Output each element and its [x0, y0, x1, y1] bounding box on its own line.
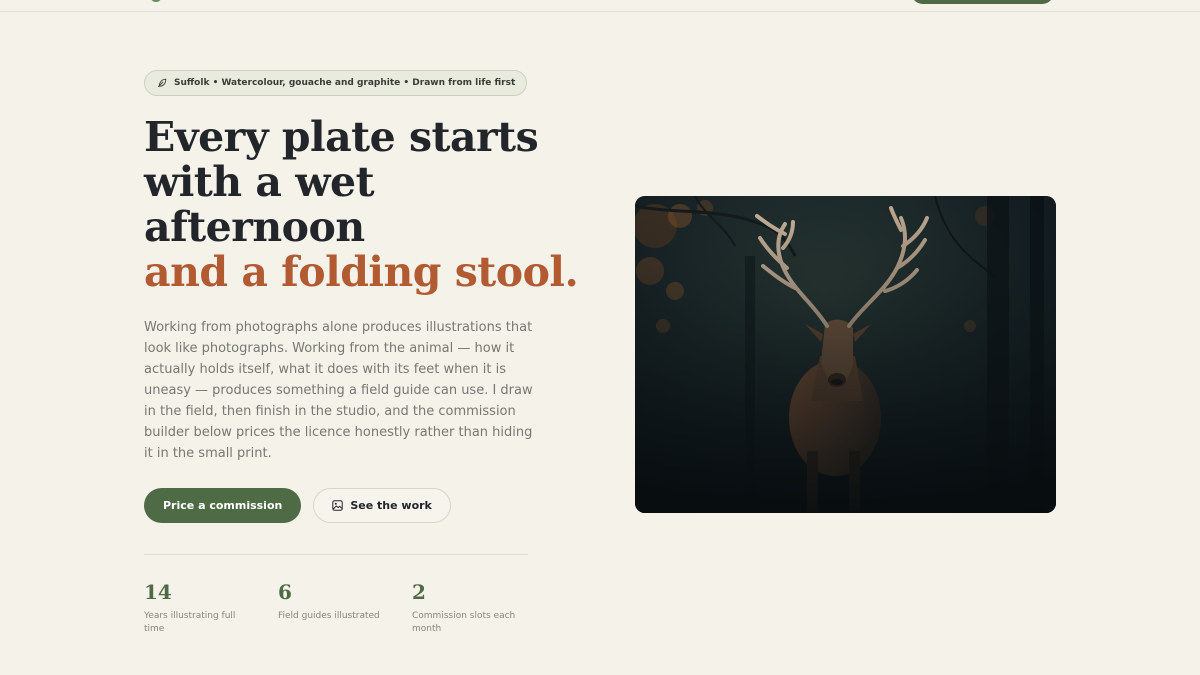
hero-intro: Working from photographs alone produces …	[144, 320, 533, 461]
see-work-button[interactable]: See the work	[313, 488, 451, 523]
hero-content: Suffolk • Watercolour, gouache and graph…	[144, 70, 579, 523]
red-deer-stag-photo	[635, 196, 1056, 513]
headline-line-3: afternoon	[144, 203, 365, 251]
price-commission-button[interactable]: Price a commission	[144, 488, 302, 523]
header-cta-button[interactable]	[911, 0, 1054, 4]
stats-row: 14 Years illustrating full time 6 Field …	[144, 580, 546, 636]
hero-headline: Every plate starts with a wet afternoon …	[144, 115, 584, 295]
stat-label: Years illustrating full time	[144, 611, 236, 634]
headline-line-2: with a wet	[144, 158, 375, 206]
see-work-label: See the work	[350, 499, 432, 512]
tagline-text: Suffolk • Watercolour, gouache and graph…	[174, 78, 516, 88]
stat-value: 14	[144, 580, 172, 604]
image-icon	[332, 500, 344, 511]
headline-accent: and a folding stool.	[144, 248, 579, 296]
stat-label: Field guides illustrated	[278, 611, 380, 621]
stat-commission-slots: 2 Commission slots each month	[412, 580, 546, 636]
page: Suffolk • Watercolour, gouache and graph…	[0, 0, 1200, 675]
site-header-edge	[0, 0, 1200, 12]
stat-years: 14 Years illustrating full time	[144, 580, 278, 636]
stats-divider	[144, 554, 528, 555]
headline-line-1: Every plate starts	[144, 113, 539, 161]
feather-icon	[157, 78, 167, 88]
hero-cta-row: Price a commission See the work	[144, 488, 544, 523]
tagline-badge: Suffolk • Watercolour, gouache and graph…	[144, 70, 528, 96]
stat-field-guides: 6 Field guides illustrated	[278, 580, 412, 636]
logo-icon[interactable]	[150, 0, 162, 2]
stat-label: Commission slots each month	[412, 611, 516, 634]
stat-value: 2	[412, 580, 426, 604]
stat-value: 6	[278, 580, 292, 604]
